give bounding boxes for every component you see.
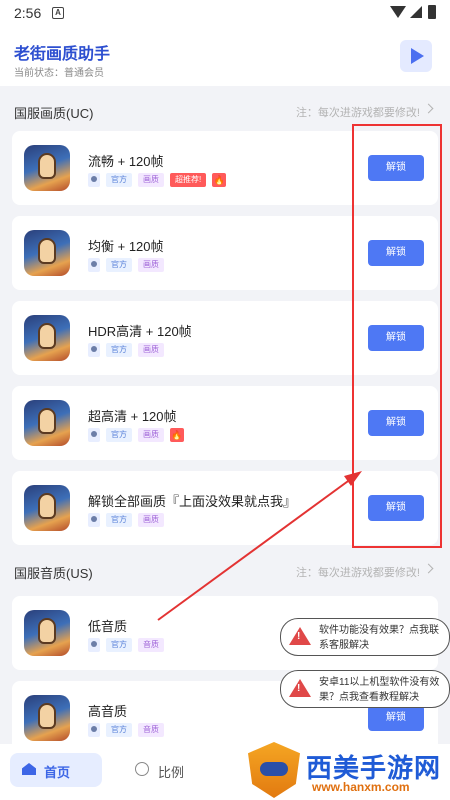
game-icon [24, 400, 70, 446]
play-button[interactable] [400, 40, 432, 72]
fire-icon: 🔥 [170, 428, 184, 442]
avatar-icon [88, 343, 100, 357]
avatar-icon [88, 173, 100, 187]
item-title: 低音质 [88, 619, 128, 634]
quality-tag: 画质 [138, 428, 164, 442]
watermark-url: www.hanxm.com [312, 780, 410, 794]
tag-row: 官方 画质 超推荐! 🔥 [88, 173, 227, 187]
official-tag: 官方 [106, 258, 132, 272]
home-icon [22, 763, 36, 775]
official-tag: 官方 [106, 513, 132, 527]
compass-icon [135, 762, 149, 776]
wifi-icon [390, 6, 406, 18]
battery-icon [428, 5, 436, 19]
official-tag: 官方 [106, 343, 132, 357]
game-icon [24, 485, 70, 531]
tag-row: 官方 画质 🔥 [88, 428, 184, 442]
avatar-icon [88, 258, 100, 272]
game-icon [24, 695, 70, 741]
nav-ratio-label: 比例 [158, 765, 185, 780]
audio-tag: 音质 [138, 638, 164, 652]
tag-row: 官方 音质 [88, 723, 164, 737]
app-header: 老街画质助手 当前状态：普通会员 [0, 26, 450, 86]
item-title: 流畅 + 120帧 [88, 154, 164, 169]
quality-tag: 画质 [138, 513, 164, 527]
chevron-right-icon [423, 563, 434, 574]
recommend-tag: 超推荐! [170, 173, 207, 187]
game-icon [24, 145, 70, 191]
unlock-button[interactable]: 解锁 [368, 705, 424, 731]
item-title: 高音质 [88, 704, 128, 719]
bubble-text: 软件功能没有效果？点我联系客服解决 [319, 625, 439, 651]
section-note: 注：每次进游戏都要修改! [295, 107, 420, 119]
support-bubble[interactable]: ! 软件功能没有效果？点我联系客服解决 [280, 618, 450, 656]
signal-icon [410, 6, 422, 18]
app-title: 老街画质助手 [14, 46, 111, 63]
avatar-icon [88, 723, 100, 737]
section-title: 国服画质(UC) [14, 106, 94, 121]
section-header-uc[interactable]: 国服画质(UC) 注：每次进游戏都要修改! [0, 96, 450, 126]
item-title: HDR高清 + 120帧 [88, 324, 192, 339]
official-tag: 官方 [106, 428, 132, 442]
nav-ratio[interactable]: 比例 [132, 753, 212, 787]
tag-row: 官方 画质 [88, 343, 164, 357]
membership-status: 当前状态：普通会员 [14, 68, 104, 79]
play-icon [411, 48, 424, 64]
fire-icon: 🔥 [212, 173, 227, 187]
clock: 2:56 [14, 5, 42, 21]
bubble-text: 安卓11以上机型软件没有效果？点我查看教程解决 [319, 677, 440, 703]
notification-icon: A [52, 7, 64, 19]
chevron-right-icon [423, 103, 434, 114]
item-title: 超高清 + 120帧 [88, 409, 177, 424]
tag-row: 官方 画质 [88, 513, 164, 527]
nav-home[interactable]: 首页 [10, 753, 102, 787]
section-title: 国服音质(US) [14, 566, 93, 581]
quality-tag: 画质 [138, 173, 164, 187]
section-header-us[interactable]: 国服音质(US) 注：每次进游戏都要修改! [0, 556, 450, 586]
section-note: 注：每次进游戏都要修改! [295, 567, 420, 579]
official-tag: 官方 [106, 638, 132, 652]
game-icon [24, 610, 70, 656]
quality-tag: 画质 [138, 258, 164, 272]
official-tag: 官方 [106, 173, 132, 187]
game-icon [24, 315, 70, 361]
tutorial-bubble[interactable]: ! 安卓11以上机型软件没有效果？点我查看教程解决 [280, 670, 450, 708]
game-icon [24, 230, 70, 276]
avatar-icon [88, 428, 100, 442]
official-tag: 官方 [106, 723, 132, 737]
avatar-icon [88, 638, 100, 652]
nav-home-label: 首页 [44, 765, 71, 780]
quality-tag: 画质 [138, 343, 164, 357]
item-title: 均衡 + 120帧 [88, 239, 164, 254]
highlight-box [352, 124, 442, 548]
tag-row: 官方 音质 [88, 638, 164, 652]
audio-tag: 音质 [138, 723, 164, 737]
avatar-icon [88, 513, 100, 527]
tag-row: 官方 画质 [88, 258, 164, 272]
item-title: 解锁全部画质『上面没效果就点我』 [88, 494, 297, 509]
status-bar: 2:56 A [0, 0, 450, 26]
